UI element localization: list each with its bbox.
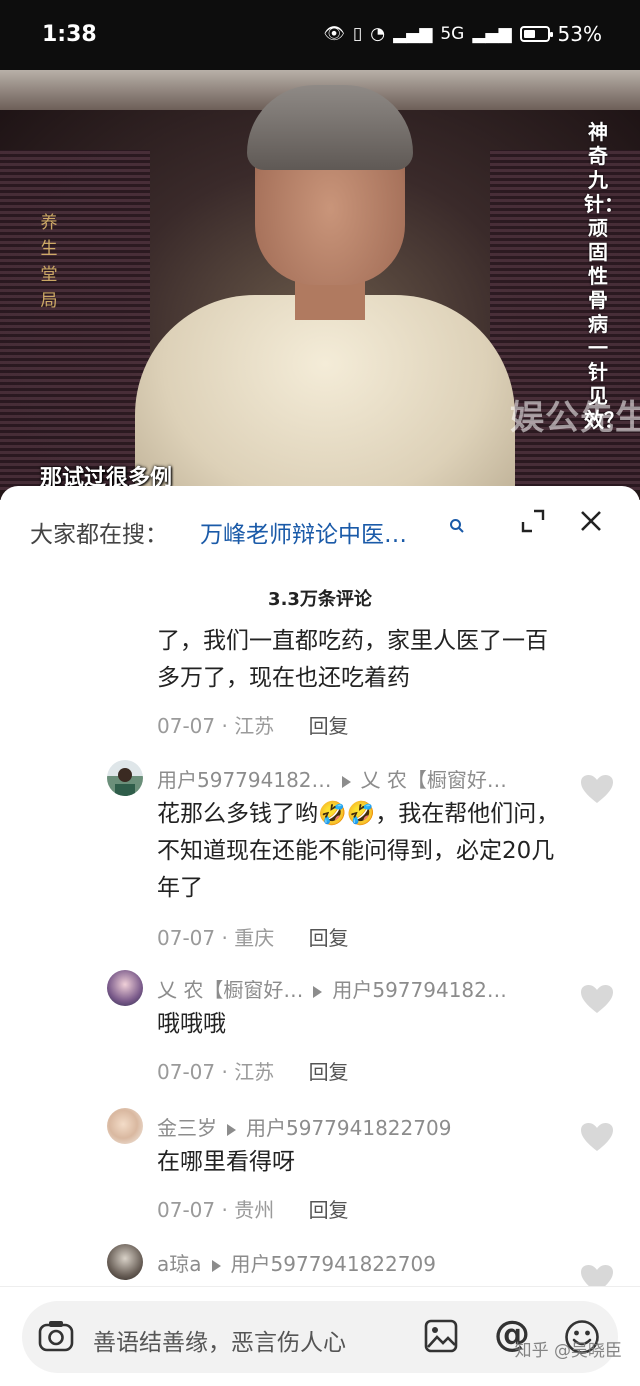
- search-icon[interactable]: [449, 518, 465, 538]
- vibrate-icon: ▯: [352, 24, 363, 44]
- status-bar: 1:38 👁 ▯ ◔ ▂▄▆ 5G ▂▄▆ 53%: [0, 0, 640, 70]
- comment-date: 07-07: [157, 714, 216, 738]
- comment-meta: 07-07 · 重庆 回复: [157, 922, 349, 951]
- stage-panel-left: [0, 150, 150, 490]
- search-label: 大家都在搜：: [30, 522, 168, 548]
- comment-username-row: 乂 农【橱窗好… 用户597794182…: [157, 974, 507, 1003]
- meta-dot: ·: [221, 926, 235, 950]
- avatar[interactable]: [107, 1244, 143, 1280]
- video-watermark: 娱公先生: [510, 398, 640, 438]
- comment-username-row: 用户597794182… 乂 农【橱窗好…: [157, 764, 507, 793]
- comment-meta: 07-07 · 贵州 回复: [157, 1194, 349, 1223]
- like-heart-icon[interactable]: [580, 984, 614, 1014]
- reply-to-username[interactable]: 用户597794182…: [332, 978, 507, 1002]
- reply-arrow-icon: [227, 1123, 236, 1136]
- comment-text: 在哪里看得呀: [157, 1149, 295, 1175]
- comment-text: 了，我们一直都吃药，家里人医了一百多万了，现在也还吃着药: [157, 628, 548, 691]
- comment-list[interactable]: …… 了，我们一直都吃药，家里人医了一百多万了，现在也还吃着药 07-07 · …: [0, 612, 640, 1286]
- reply-button[interactable]: 回复: [309, 714, 349, 738]
- zhihu-watermark: 知乎 @吴晓臣: [514, 1341, 622, 1361]
- reply-to-username[interactable]: 乂 农【橱窗好…: [361, 768, 507, 792]
- expand-icon[interactable]: [520, 508, 546, 538]
- comment-meta: 07-07 · 江苏 回复: [157, 1056, 349, 1085]
- comment-location: 江苏: [234, 714, 275, 738]
- avatar[interactable]: [107, 970, 143, 1006]
- image-icon[interactable]: [424, 1319, 458, 1357]
- comment-location: 江苏: [234, 1060, 275, 1084]
- comment-username[interactable]: a琼a: [157, 1252, 202, 1276]
- comment-text-cut: ……: [157, 612, 567, 621]
- video-person: [135, 85, 515, 500]
- comment-location: 重庆: [234, 926, 275, 950]
- comment-date: 07-07: [157, 1060, 216, 1084]
- comment-date: 07-07: [157, 926, 216, 950]
- comment-username[interactable]: 金三岁: [157, 1116, 217, 1140]
- person-shirt: [135, 295, 515, 500]
- comment-text: 花那么多钱了哟🤣🤣，我在帮他们问，不知道现在还能不能问得到，必定20几年了: [157, 801, 560, 901]
- reply-button[interactable]: 回复: [309, 1060, 349, 1084]
- avatar[interactable]: [107, 1108, 143, 1144]
- battery-percent: 53%: [557, 22, 602, 46]
- like-heart-icon[interactable]: [580, 1122, 614, 1152]
- meta-dot: ·: [221, 1198, 235, 1222]
- comment-date: 07-07: [157, 1198, 216, 1222]
- reply-to-username[interactable]: 用户5977941822709: [246, 1116, 451, 1140]
- comment-sheet: 大家都在搜： 万峰老师辩论中医… 3.3万条评论 …… 了，我们一直都吃药，家里…: [0, 486, 640, 1386]
- comment-meta: 07-07 · 江苏 回复: [157, 710, 349, 739]
- person-hair: [247, 85, 413, 170]
- avatar[interactable]: [107, 760, 143, 796]
- wifi-icon: ◔: [370, 24, 386, 44]
- reply-arrow-icon: [341, 775, 351, 788]
- comment-username[interactable]: 乂 农【橱窗好…: [157, 978, 303, 1002]
- comment-username-row: a琼a 用户5977941822709: [157, 1248, 436, 1277]
- like-heart-icon[interactable]: [580, 774, 614, 804]
- close-icon[interactable]: [578, 508, 604, 538]
- status-icons: 👁 ▯ ◔ ▂▄▆ 5G ▂▄▆ 53%: [323, 22, 602, 46]
- signal-icon: ▂▄▆: [393, 24, 433, 44]
- battery-icon: [519, 26, 553, 42]
- meta-dot: ·: [221, 714, 235, 738]
- search-suggestion-link[interactable]: 万峰老师辩论中医…: [200, 515, 407, 549]
- comment-username-row: 金三岁 用户5977941822709: [157, 1112, 451, 1141]
- video-side-caption: 神奇九针：顽固性骨病 一针见效？: [584, 120, 624, 432]
- video-player[interactable]: 养生堂局 神奇九针：顽固性骨病 一针见效？ 娱公先生 那试过很多例: [0, 70, 640, 500]
- eye-icon: 👁: [323, 24, 345, 44]
- reply-arrow-icon: [313, 985, 323, 998]
- search-suggestion-row: 大家都在搜： 万峰老师辩论中医…: [0, 486, 640, 570]
- reply-button[interactable]: 回复: [309, 1198, 349, 1222]
- comments-count-title: 3.3万条评论: [268, 589, 372, 610]
- comment-location: 贵州: [234, 1198, 275, 1222]
- reply-to-username[interactable]: 用户5977941822709: [231, 1252, 436, 1276]
- program-logo: 养生堂局: [40, 213, 58, 311]
- comment-input-placeholder[interactable]: 善语结善缘，恶言伤人心: [93, 1323, 346, 1357]
- reply-arrow-icon: [211, 1259, 221, 1272]
- comment-text: 哦哦哦: [157, 1011, 226, 1037]
- network-type: 5G: [440, 24, 465, 44]
- comment-username[interactable]: 用户597794182…: [157, 768, 332, 792]
- like-heart-icon[interactable]: [580, 1264, 614, 1286]
- meta-dot: ·: [221, 1060, 235, 1084]
- camera-icon[interactable]: [38, 1319, 74, 1357]
- battery-fill: [523, 30, 536, 38]
- signal-icon-2: ▂▄▆: [472, 24, 512, 44]
- status-time: 1:38: [42, 22, 97, 47]
- reply-button[interactable]: 回复: [309, 926, 349, 950]
